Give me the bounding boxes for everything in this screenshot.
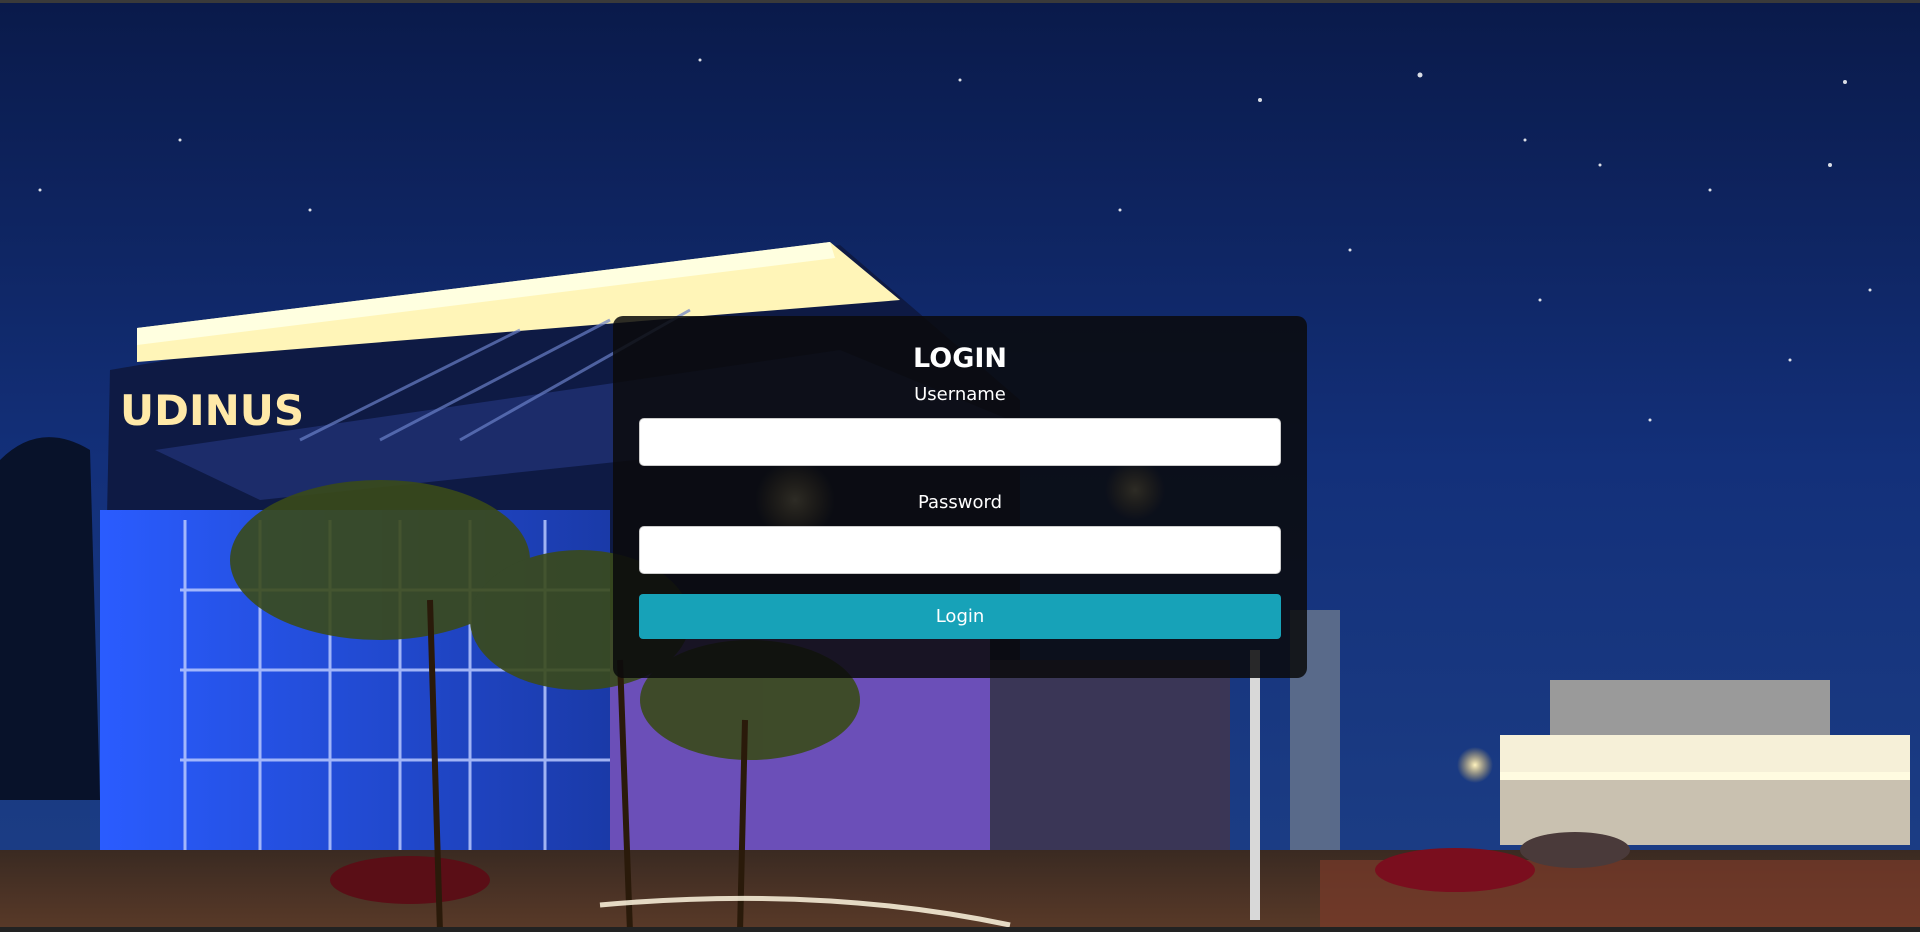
login-button[interactable]: Login [639,594,1281,639]
udinus-sign: UDINUS [120,386,304,435]
top-border [0,0,1920,3]
password-input[interactable] [639,526,1281,574]
username-label: Username [914,384,1006,405]
login-card: LOGIN Username Password Login [613,316,1307,678]
login-title: LOGIN [913,343,1007,374]
login-page: UDINUS LOGIN Username Password Login [0,0,1920,932]
username-input[interactable] [639,418,1281,466]
password-label: Password [917,492,1003,513]
